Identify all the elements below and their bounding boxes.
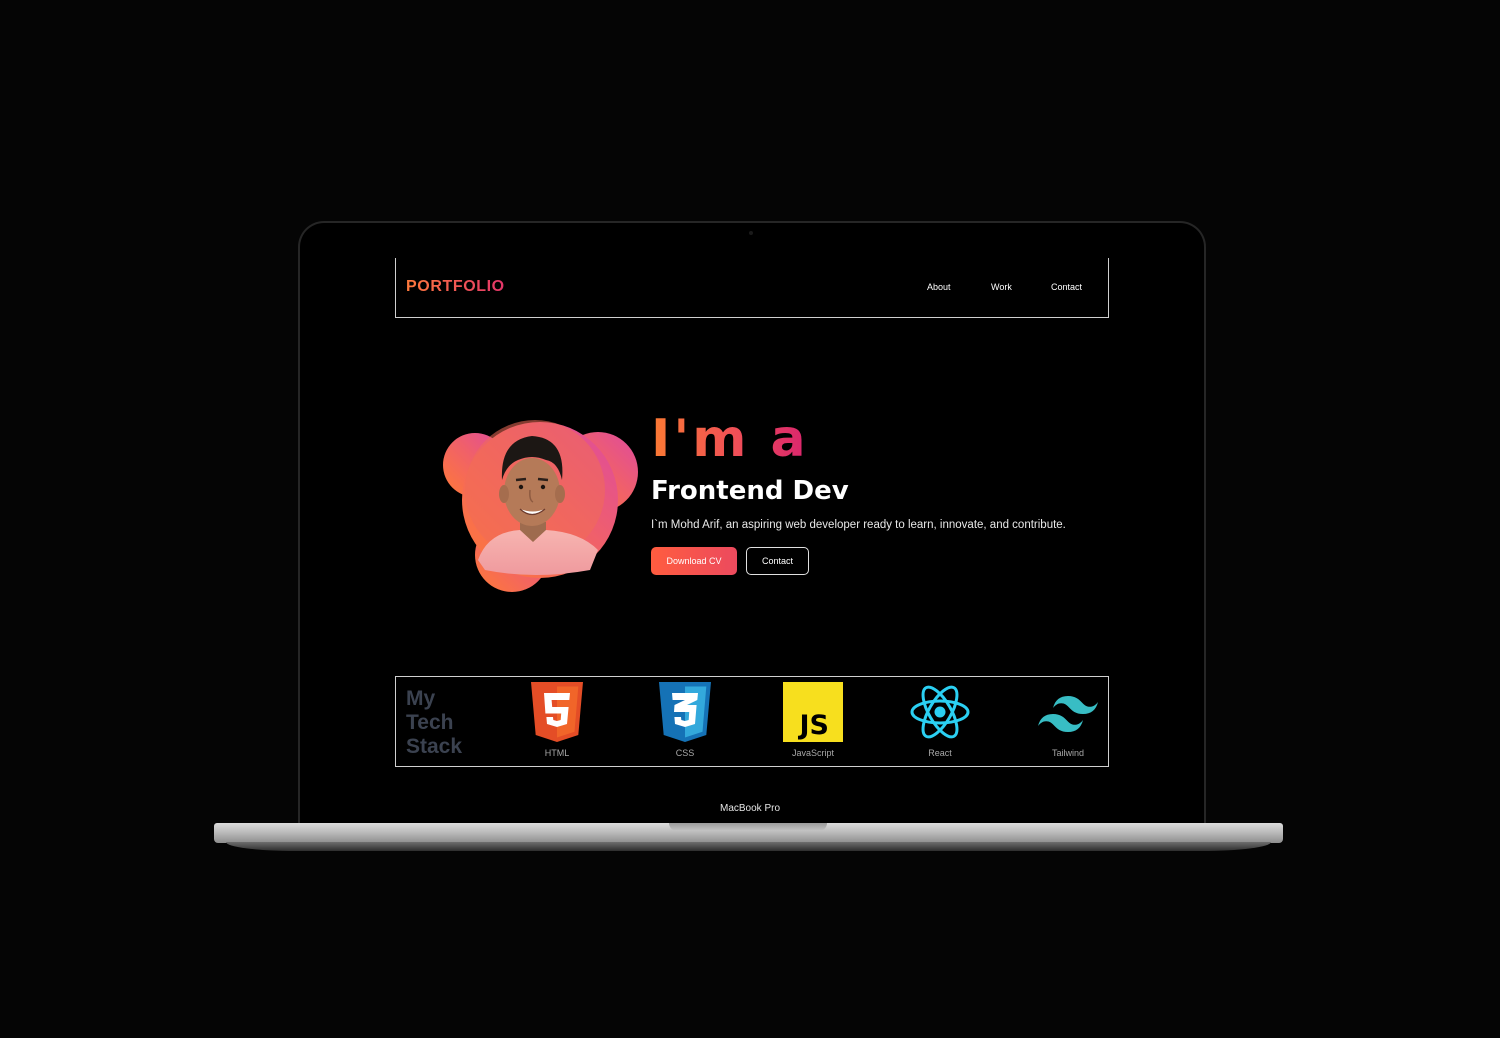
react-icon: [910, 685, 970, 739]
nav-link-contact[interactable]: Contact: [1051, 282, 1082, 292]
laptop-notch: [669, 823, 827, 831]
device-model-label: MacBook Pro: [719, 803, 781, 814]
contact-button[interactable]: Contact: [746, 547, 809, 575]
tech-stack-title-line: Stack: [406, 735, 463, 758]
tech-stack-title-line: Tech: [406, 711, 454, 734]
tailwind-icon: [1038, 696, 1098, 732]
hero-description: I`m Mohd Arif, an aspiring web developer…: [651, 519, 1066, 531]
tech-stack-title: My Tech Stack: [406, 687, 462, 759]
tech-stack-title-line: My: [406, 687, 436, 710]
download-cv-button[interactable]: Download CV: [651, 547, 737, 575]
tech-label: HTML: [544, 748, 570, 758]
nav-link-about[interactable]: About: [927, 282, 951, 292]
tech-item-css: CSS: [653, 682, 717, 764]
tech-item-javascript: JS JavaScript: [781, 682, 845, 764]
hero-title: I'm a: [651, 405, 809, 473]
hero-role: Frontend Dev: [651, 476, 849, 506]
html5-icon: [531, 682, 583, 742]
tech-label: JavaScript: [791, 748, 835, 758]
tech-stack-section: My Tech Stack HTML CSS JS JavaScript Rea…: [395, 676, 1109, 767]
laptop-base-bottom: [226, 842, 1271, 851]
tech-item-html: HTML: [525, 682, 589, 764]
svg-text:JS: JS: [798, 710, 830, 741]
tech-label: React: [928, 748, 952, 758]
profile-photo-blob: [443, 420, 638, 592]
tech-item-react: React: [908, 682, 972, 764]
tech-label: Tailwind: [1051, 748, 1084, 758]
navbar: PORTFOLIO About Work Contact: [395, 258, 1109, 318]
nav-link-work[interactable]: Work: [991, 282, 1012, 292]
javascript-icon: JS: [783, 682, 843, 742]
camera-icon: [749, 231, 753, 235]
tech-item-tailwind: Tailwind: [1036, 682, 1100, 764]
tech-label: CSS: [675, 748, 695, 758]
site-logo[interactable]: PORTFOLIO: [406, 278, 505, 296]
css3-icon: [659, 682, 711, 742]
